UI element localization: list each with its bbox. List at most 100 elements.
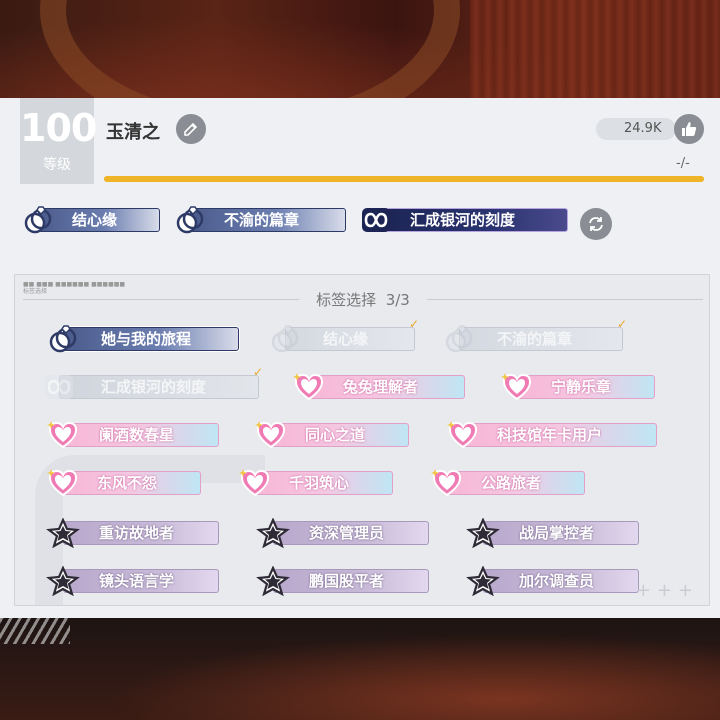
selected-check-icon: ✓ xyxy=(408,317,419,331)
tag-label: 结心缘 xyxy=(72,211,118,229)
star-icon xyxy=(466,518,500,548)
tag-label: 汇成银河的刻度 xyxy=(101,378,207,396)
heart-icon xyxy=(47,421,78,449)
tag-grid-5[interactable]: 宁静乐章 xyxy=(499,371,655,401)
level-number: 100 xyxy=(20,106,97,150)
tag-equipped-0[interactable]: 结心缘 xyxy=(20,204,160,234)
tag-icon-wrap xyxy=(255,565,291,597)
tag-icon-wrap xyxy=(445,419,481,451)
tag-label: 不渝的篇章 xyxy=(497,330,573,348)
background-curtain xyxy=(470,0,720,100)
tag-label: 战局掌控者 xyxy=(519,524,595,542)
rings-icon xyxy=(445,325,473,353)
tag-label: 宁静乐章 xyxy=(551,378,612,396)
tag-grid-15[interactable]: 镜头语言学 xyxy=(45,565,219,596)
player-name: 玉清之 xyxy=(106,122,160,143)
tag-icon-wrap xyxy=(172,204,208,236)
tag-icon-wrap xyxy=(429,467,465,499)
tag-grid-7[interactable]: 同心之道 xyxy=(253,419,409,449)
rings-icon xyxy=(49,325,77,353)
selected-check-icon: ✓ xyxy=(616,317,627,331)
tag-grid-11[interactable]: 公路旅者 xyxy=(429,467,585,497)
heart-icon xyxy=(501,373,532,401)
tag-label: 资深管理员 xyxy=(309,524,385,542)
background-top xyxy=(0,0,720,140)
tag-label: 千羽筑心 xyxy=(289,474,350,492)
heart-icon xyxy=(293,373,324,401)
tag-label: 汇成银河的刻度 xyxy=(410,211,516,229)
tag-grid-16[interactable]: 鹏国股平者 xyxy=(255,565,429,597)
tag-icon-wrap xyxy=(291,371,327,403)
tag-label: 重访故地者 xyxy=(99,524,175,542)
tag-grid-10[interactable]: 千羽筑心 xyxy=(237,467,393,497)
tag-icon-wrap xyxy=(45,467,81,499)
tag-label: 阑酒数春星 xyxy=(99,426,175,444)
tag-label: 兔兔理解者 xyxy=(343,378,419,396)
tag-icon-wrap xyxy=(441,323,477,355)
tag-label: 公路旅者 xyxy=(481,474,542,492)
like-button[interactable] xyxy=(674,114,704,144)
tag-label: 她与我的旅程 xyxy=(101,330,192,348)
tag-icon-wrap xyxy=(255,517,291,549)
heart-icon xyxy=(47,469,78,497)
progress-bar xyxy=(104,176,704,182)
tag-label: 东风不怨 xyxy=(97,474,158,492)
tag-label: 不渝的篇章 xyxy=(224,211,300,229)
tag-icon-wrap xyxy=(45,419,81,451)
edit-icon xyxy=(184,122,198,136)
tag-grid-12[interactable]: 重访故地者 xyxy=(45,517,219,549)
progress-fill xyxy=(104,176,704,182)
edit-name-button[interactable] xyxy=(176,114,206,144)
tag-grid-4[interactable]: 兔兔理解者 xyxy=(291,371,465,401)
tag-equipped-2[interactable]: 汇成银河的刻度 xyxy=(358,204,568,234)
tag-icon-wrap xyxy=(465,517,501,549)
tag-grid-6[interactable]: 阑酒数春星 xyxy=(45,419,219,449)
card-title-count: 3/3 xyxy=(385,291,410,309)
refresh-icon xyxy=(589,217,603,231)
star-icon xyxy=(256,566,290,596)
star-icon xyxy=(46,518,80,548)
rings-icon xyxy=(271,325,299,353)
heart-icon xyxy=(239,469,270,497)
infinity-icon xyxy=(362,208,390,232)
rings-icon xyxy=(176,206,204,234)
tag-grid-17[interactable]: 加尔调查员 xyxy=(465,565,639,597)
mini-header-line: ■■ ■■■ ■■■■■■ ■■■■■■ xyxy=(23,281,126,288)
star-icon xyxy=(46,566,80,596)
tag-icon-wrap xyxy=(465,565,501,597)
tag-grid-3[interactable]: 汇成银河的刻度 ✓ xyxy=(41,365,263,403)
heart-icon xyxy=(447,421,478,449)
tag-label: 科技馆年卡用户 xyxy=(497,426,603,444)
tag-label: 镜头语言学 xyxy=(99,572,175,590)
tag-icon-wrap xyxy=(237,467,273,499)
tag-icon-wrap xyxy=(358,204,394,236)
progress-text: -/- xyxy=(676,156,690,171)
rings-icon xyxy=(24,206,52,234)
plus-decoration: +++ xyxy=(635,580,699,601)
tag-selection-card: ■■ ■■■ ■■■■■■ ■■■■■■ 标签选择 标签选择 3/3 她与我的旅… xyxy=(14,274,710,606)
tag-icon-wrap xyxy=(253,419,289,451)
heart-icon xyxy=(255,421,286,449)
tag-grid-0[interactable]: 她与我的旅程 xyxy=(45,323,239,353)
tag-icon-wrap xyxy=(267,323,303,355)
tag-grid-2[interactable]: 不渝的篇章 ✓ xyxy=(441,317,627,355)
tag-equipped-1[interactable]: 不渝的篇章 xyxy=(172,204,346,234)
refresh-button[interactable] xyxy=(580,208,612,240)
level-label: 等级 xyxy=(43,157,71,173)
tag-grid-14[interactable]: 战局掌控者 xyxy=(465,517,639,549)
tag-grid-1[interactable]: 结心缘 ✓ xyxy=(267,317,419,355)
heart-icon xyxy=(431,469,462,497)
tag-grid-13[interactable]: 资深管理员 xyxy=(255,517,429,549)
tag-grid-8[interactable]: 科技馆年卡用户 xyxy=(445,419,657,449)
tag-label: 加尔调查员 xyxy=(519,572,595,590)
star-icon xyxy=(256,518,290,548)
tag-grid-9[interactable]: 东风不怨 xyxy=(45,467,201,497)
tag-icon-wrap xyxy=(20,204,56,236)
tag-icon-wrap xyxy=(45,517,81,549)
star-icon xyxy=(466,566,500,596)
level-badge: 100 等级 xyxy=(20,98,97,184)
tag-icon-wrap xyxy=(499,371,535,403)
tag-icon-wrap xyxy=(41,371,77,403)
background-bottom xyxy=(0,616,720,720)
infinity-icon xyxy=(45,375,73,399)
